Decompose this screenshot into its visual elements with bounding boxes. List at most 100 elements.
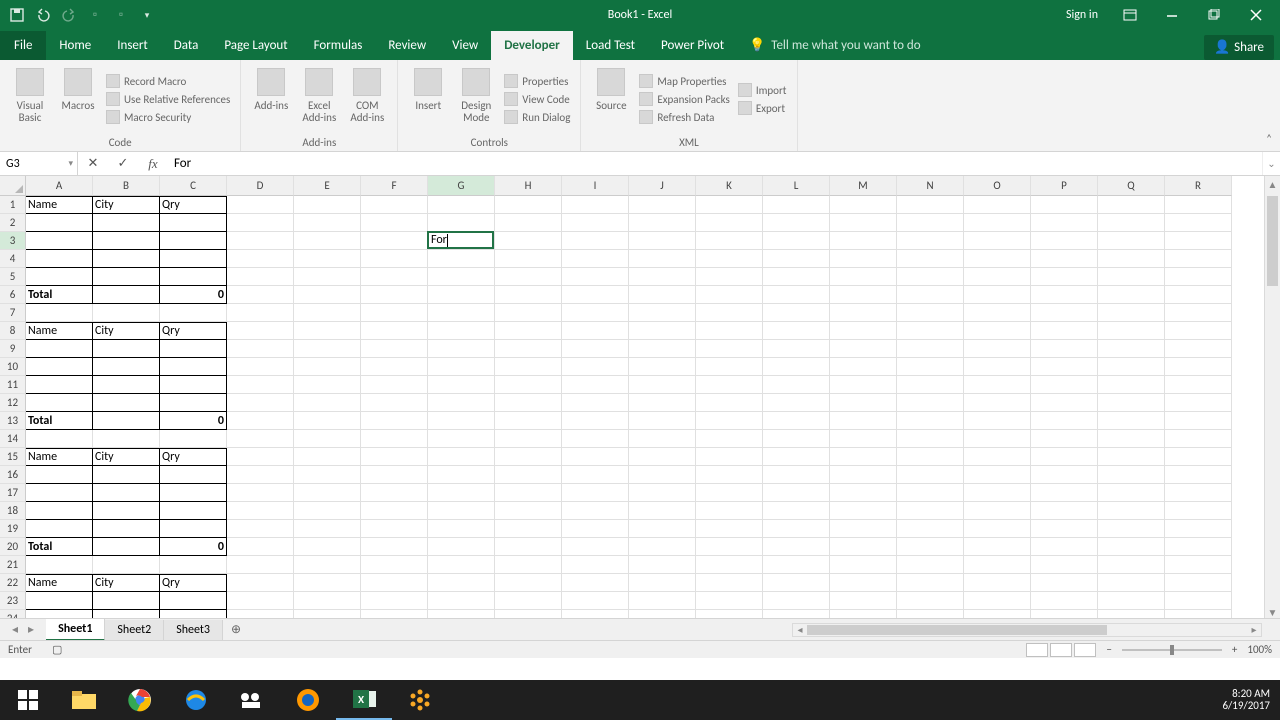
visual-basic-button[interactable]: Visual Basic	[8, 64, 52, 134]
cell[interactable]	[495, 394, 562, 412]
cell[interactable]	[1031, 592, 1098, 610]
cell[interactable]	[294, 430, 361, 448]
cell[interactable]	[1165, 322, 1232, 340]
cell[interactable]: Name	[26, 448, 93, 466]
cell[interactable]	[361, 214, 428, 232]
cell[interactable]	[1098, 430, 1165, 448]
cell[interactable]	[562, 340, 629, 358]
cell[interactable]	[1031, 322, 1098, 340]
cell[interactable]	[294, 556, 361, 574]
cell[interactable]	[629, 520, 696, 538]
cell[interactable]	[361, 232, 428, 250]
cell[interactable]	[964, 214, 1031, 232]
cell[interactable]	[897, 574, 964, 592]
row-header[interactable]: 3	[0, 232, 26, 250]
scroll-right-icon[interactable]: ▸	[1247, 624, 1261, 636]
cell[interactable]	[696, 430, 763, 448]
cell[interactable]	[897, 214, 964, 232]
cell[interactable]	[562, 484, 629, 502]
cell[interactable]	[964, 232, 1031, 250]
scroll-left-icon[interactable]: ◂	[793, 624, 807, 636]
cell[interactable]	[897, 268, 964, 286]
cell[interactable]	[1165, 574, 1232, 592]
cell[interactable]	[830, 592, 897, 610]
macro-record-icon[interactable]: ▢	[52, 643, 62, 656]
cell[interactable]	[1165, 250, 1232, 268]
cell[interactable]: City	[93, 574, 160, 592]
cell[interactable]	[361, 430, 428, 448]
cell[interactable]	[361, 574, 428, 592]
cell[interactable]	[1031, 214, 1098, 232]
cell[interactable]	[495, 340, 562, 358]
cell[interactable]	[1165, 502, 1232, 520]
cell[interactable]	[26, 502, 93, 520]
cell[interactable]	[1165, 304, 1232, 322]
cell[interactable]	[1165, 214, 1232, 232]
cell[interactable]	[1031, 466, 1098, 484]
row-header[interactable]: 13	[0, 412, 26, 430]
cell[interactable]	[160, 304, 227, 322]
cell[interactable]	[696, 358, 763, 376]
cell[interactable]	[428, 358, 495, 376]
cell[interactable]	[696, 538, 763, 556]
cell[interactable]	[629, 376, 696, 394]
cell[interactable]: Total	[26, 286, 93, 304]
cell[interactable]	[428, 376, 495, 394]
cell[interactable]	[495, 484, 562, 502]
cell[interactable]	[696, 502, 763, 520]
cell[interactable]	[294, 268, 361, 286]
cell[interactable]	[562, 304, 629, 322]
cell[interactable]	[897, 430, 964, 448]
zoom-in-button[interactable]: +	[1232, 643, 1237, 656]
column-header[interactable]: C	[160, 176, 227, 196]
cell[interactable]	[1165, 430, 1232, 448]
cell[interactable]	[160, 592, 227, 610]
cell[interactable]	[227, 502, 294, 520]
cell[interactable]	[93, 250, 160, 268]
cell[interactable]	[1031, 358, 1098, 376]
cell[interactable]: Qry	[160, 448, 227, 466]
cell[interactable]	[964, 520, 1031, 538]
cell[interactable]	[227, 574, 294, 592]
cell[interactable]	[361, 268, 428, 286]
cell[interactable]	[1031, 520, 1098, 538]
insert-control-button[interactable]: Insert	[406, 64, 450, 134]
cell[interactable]	[964, 448, 1031, 466]
map-properties-button[interactable]: Map Properties	[637, 73, 731, 89]
cell[interactable]	[964, 484, 1031, 502]
column-header[interactable]: I	[562, 176, 629, 196]
cell[interactable]	[696, 376, 763, 394]
cell[interactable]	[428, 340, 495, 358]
cell[interactable]	[897, 556, 964, 574]
view-code-button[interactable]: View Code	[502, 91, 572, 107]
cell[interactable]	[629, 556, 696, 574]
cell[interactable]	[830, 538, 897, 556]
cell[interactable]	[160, 376, 227, 394]
cell[interactable]	[93, 376, 160, 394]
cell[interactable]	[428, 538, 495, 556]
cell[interactable]	[629, 250, 696, 268]
cell[interactable]	[696, 394, 763, 412]
cell[interactable]	[227, 538, 294, 556]
row-header[interactable]: 15	[0, 448, 26, 466]
cell[interactable]	[495, 430, 562, 448]
zoom-level[interactable]: 100%	[1247, 643, 1272, 656]
cell[interactable]	[160, 502, 227, 520]
cell[interactable]	[1098, 214, 1165, 232]
collapse-ribbon-icon[interactable]: ˄	[1266, 132, 1272, 145]
cell[interactable]	[26, 394, 93, 412]
cell[interactable]	[763, 196, 830, 214]
cell[interactable]	[830, 358, 897, 376]
cell[interactable]	[964, 466, 1031, 484]
cell[interactable]	[26, 376, 93, 394]
cell[interactable]	[26, 592, 93, 610]
cell[interactable]	[830, 340, 897, 358]
cell[interactable]	[294, 214, 361, 232]
cell[interactable]	[1031, 484, 1098, 502]
cell[interactable]	[1031, 286, 1098, 304]
cell[interactable]	[428, 448, 495, 466]
zoom-out-button[interactable]: −	[1106, 643, 1111, 656]
cell[interactable]	[26, 520, 93, 538]
cell[interactable]	[495, 466, 562, 484]
cell[interactable]	[428, 556, 495, 574]
